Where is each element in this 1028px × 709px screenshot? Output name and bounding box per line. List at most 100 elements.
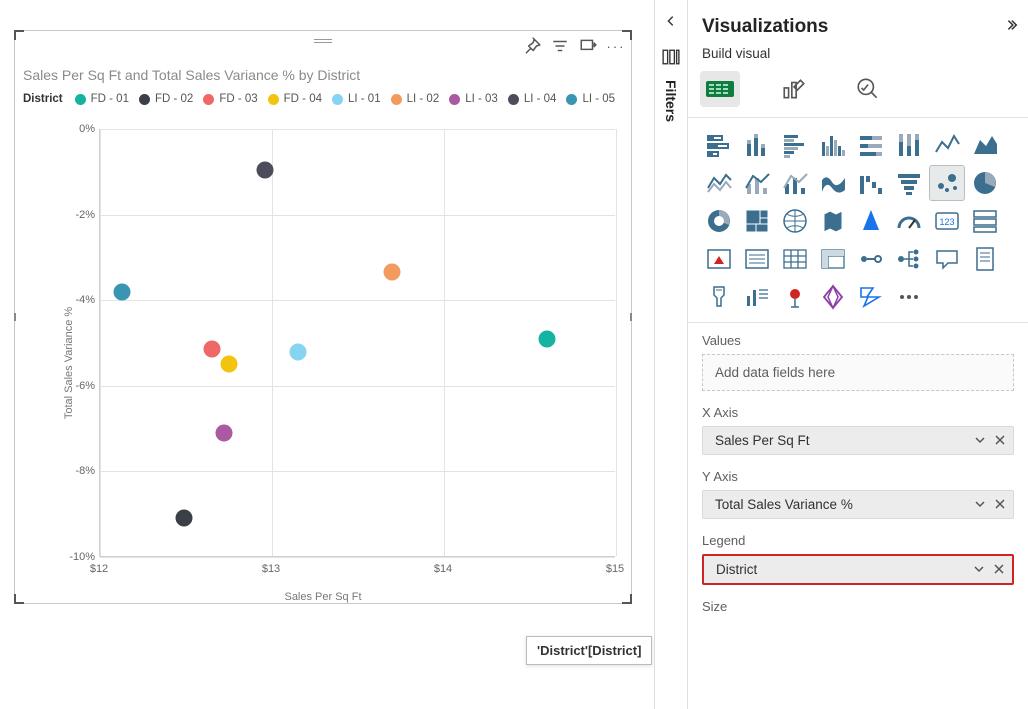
pin-icon[interactable] [523,37,541,55]
viz-type-donut[interactable] [702,204,736,238]
viz-type-key-influencers[interactable] [702,280,736,314]
tab-format-visual[interactable] [774,71,814,107]
legend-item[interactable]: FD - 04 [268,93,322,105]
viz-type-more-visuals[interactable] [892,280,926,314]
chart-legend: District FD - 01FD - 02FD - 03FD - 04LI … [23,93,615,105]
remove-icon[interactable] [994,563,1004,577]
chevron-down-icon[interactable] [975,434,985,448]
values-field-well[interactable]: Add data fields here [702,354,1014,391]
viz-type-multi-row-card[interactable] [968,204,1002,238]
plot-area[interactable] [99,129,615,557]
viz-type-treemap[interactable] [740,204,774,238]
x-tick-label: $15 [606,563,624,575]
visualizations-title: Visualizations [702,16,828,38]
viz-type-combo-chart-2[interactable] [778,166,812,200]
legend-item[interactable]: LI - 01 [332,93,381,105]
legend-item[interactable]: FD - 01 [75,93,129,105]
viz-type-matrix[interactable] [816,242,850,276]
viz-type-100-stacked-column[interactable] [892,128,926,162]
viz-type-line-chart[interactable] [930,128,964,162]
resize-handle-tl[interactable] [14,30,24,40]
legend-item-label: FD - 03 [219,93,257,105]
viz-type-map[interactable] [778,204,812,238]
data-point[interactable] [289,343,306,360]
viz-type-power-apps[interactable] [816,280,850,314]
chart-visual[interactable]: ··· Sales Per Sq Ft and Total Sales Vari… [14,30,632,604]
data-point[interactable] [203,341,220,358]
filters-pane-collapsed[interactable]: Filters [654,0,688,709]
viz-type-paginated-report[interactable] [968,242,1002,276]
filters-label: Filters [663,80,679,122]
xaxis-field-pill[interactable]: Sales Per Sq Ft [702,426,1014,455]
viz-type-waterfall[interactable] [854,166,888,200]
viz-type-table[interactable] [778,242,812,276]
tab-analytics[interactable] [848,71,888,107]
viz-type-slicer[interactable] [740,242,774,276]
viz-type-stacked-bar[interactable] [702,128,736,162]
data-point[interactable] [257,161,274,178]
legend-item[interactable]: LI - 03 [449,93,498,105]
filter-icon[interactable] [551,37,569,55]
legend-swatch [268,94,279,105]
focus-mode-icon[interactable] [579,37,597,55]
viz-type-ribbon-chart[interactable] [816,166,850,200]
viz-type-100-stacked-bar[interactable] [854,128,888,162]
viz-type-card[interactable]: 123 [930,204,964,238]
viz-type-pie[interactable] [968,166,1002,200]
viz-type-filled-map[interactable] [816,204,850,238]
filters-icon[interactable] [655,48,687,66]
build-visual-label: Build visual [702,46,1018,61]
viz-type-r-visual[interactable] [854,242,888,276]
tab-build-visual[interactable] [700,71,740,107]
data-point[interactable] [114,283,131,300]
viz-type-combo-chart-1[interactable] [740,166,774,200]
legend-item[interactable]: LI - 05 [566,93,615,105]
gridline-v [272,129,273,556]
collapse-chevron-icon[interactable] [655,14,687,28]
drag-handle[interactable] [314,39,332,45]
remove-icon[interactable] [995,498,1005,512]
legend-swatch [391,94,402,105]
viz-type-area-chart[interactable] [968,128,1002,162]
more-options-icon[interactable]: ··· [607,37,625,55]
viz-type-stacked-column[interactable] [740,128,774,162]
viz-type-arcgis-map[interactable] [778,280,812,314]
viz-type-clustered-bar[interactable] [778,128,812,162]
legend-field-pill[interactable]: District [702,554,1014,585]
legend-label: Legend [702,533,1014,548]
legend-item[interactable]: FD - 02 [139,93,193,105]
y-tick-label: -8% [75,465,95,477]
viz-type-scatter[interactable] [930,166,964,200]
viz-type-power-automate[interactable] [854,280,888,314]
remove-icon[interactable] [995,434,1005,448]
viz-type-smart-narrative[interactable] [740,280,774,314]
viz-type-azure-map[interactable] [854,204,888,238]
chevron-down-icon[interactable] [975,498,985,512]
viz-type-stacked-line[interactable] [702,166,736,200]
chevron-down-icon[interactable] [974,563,984,577]
yaxis-field-pill[interactable]: Total Sales Variance % [702,490,1014,519]
viz-type-funnel[interactable] [892,166,926,200]
data-point[interactable] [221,356,238,373]
y-tick-label: -6% [75,380,95,392]
viz-type-gauge[interactable] [892,204,926,238]
pill-text: Total Sales Variance % [715,497,853,512]
legend-item[interactable]: LI - 02 [391,93,440,105]
data-point[interactable] [384,264,401,281]
svg-text:123: 123 [939,217,954,227]
legend-item[interactable]: LI - 04 [508,93,557,105]
viz-type-decomposition-tree[interactable] [892,242,926,276]
viz-type-q-and-a[interactable] [930,242,964,276]
data-point[interactable] [176,510,193,527]
viz-type-kpi[interactable] [702,242,736,276]
values-label: Values [702,333,1014,348]
viz-type-clustered-column[interactable] [816,128,850,162]
gridline-h [100,300,615,301]
expand-chevron-icon[interactable] [1004,16,1018,38]
legend-item-label: LI - 01 [348,93,381,105]
legend-item[interactable]: FD - 03 [203,93,257,105]
data-point[interactable] [215,424,232,441]
data-point[interactable] [539,330,556,347]
legend-item-label: FD - 01 [91,93,129,105]
gridline-h [100,386,615,387]
